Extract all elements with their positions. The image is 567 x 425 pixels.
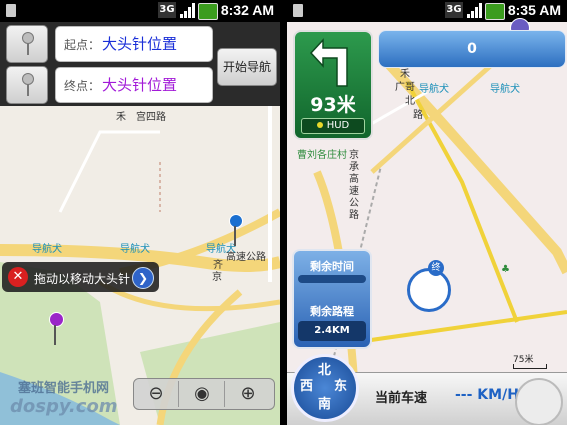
status-time: 8:35 AM [507,2,561,18]
purple-pin-stem [54,325,56,345]
sd-card-icon [293,4,303,17]
nav-map-label-4: 北 [405,96,415,107]
status-bar: 3G 8:32 AM [0,0,280,22]
network-3g-icon: 3G [445,2,463,18]
start-label: 起点： [64,38,101,52]
compass-south: 南 [318,397,332,412]
road-info-bar: 0 [378,30,566,68]
nav-map-label-6: 导航犬 [419,84,449,95]
speed-value: --- KM/H [455,387,519,403]
speedometer-icon [515,378,563,425]
compass-button[interactable]: 西 北 东 南 [291,354,359,422]
route-panel: 起点： 大头针位置 终点： 大头针位置 开始导航 [0,22,280,106]
remaining-time-label: 剩余时间 [310,260,354,273]
blue-pin-icon[interactable] [229,214,243,228]
speed-label: 当前车速 [375,391,428,406]
end-pin-button[interactable] [6,66,48,104]
turn-instruction-card[interactable]: 93米 HUD [293,30,373,140]
nav-map-label-7: 导航犬 [490,84,520,95]
compass-north: 北 [318,363,332,378]
purple-pin-icon[interactable] [49,312,64,327]
zoom-bar: ⊖ ◉ ⊕ [133,378,275,410]
status-time: 8:32 AM [220,2,274,18]
divider [280,0,287,425]
map-label-1: 导航犬 [32,244,62,255]
start-value: 大头针位置 [102,35,178,53]
pin-icon [22,73,34,96]
end-label: 终点： [64,79,101,93]
nav-map-label-5: 路 [413,110,423,121]
hud-button[interactable]: HUD [301,118,365,134]
hud-label: HUD [326,120,350,131]
nav-map-label-2: 广 [395,82,405,93]
end-value: 大头针位置 [102,76,178,94]
left-screen: 导航犬 导航犬 导航犬 高速公路 京 齐 宫四路 禾 3G 8:32 AM 起点… [0,0,280,425]
start-navigation-button[interactable]: 开始导航 [217,48,277,86]
car-position-icon [407,268,451,312]
hud-indicator-icon [316,122,323,128]
map-label-2: 导航犬 [120,244,150,255]
watermark-logo: dospy.com [10,396,118,417]
map-label-7: 宫四路 [136,112,166,123]
remaining-distance-label: 剩余路程 [310,305,354,318]
map-label-8: 禾 [116,112,126,123]
nav-map-label-9: 京承高速公路 [349,150,359,221]
map-scale: 75米 [513,352,547,369]
zoom-in-icon[interactable]: ⊕ [226,381,270,407]
network-3g-icon: 3G [158,2,176,18]
remaining-time-value-bar [298,275,366,283]
start-field[interactable]: 起点： 大头针位置 [55,26,213,62]
drag-tip-text: 拖动以移动大头针 [34,272,131,286]
right-screen: 禾 广 哥 北 路 导航犬 导航犬 曹刘各庄村 京承高速公路 ♣ 3G 8:35… [287,0,567,425]
close-icon[interactable]: ✕ [8,267,28,287]
turn-left-arrow-icon [309,38,348,87]
chevron-right-icon[interactable]: ❯ [132,267,154,289]
eye-icon[interactable]: ◉ [180,381,225,407]
compass-west: 西 [300,379,314,394]
signal-icon [180,3,196,18]
nav-map-label-8: 曹刘各庄村 [297,150,347,161]
compass-east: 东 [334,379,348,394]
blue-pin-stem [234,226,236,246]
battery-icon [198,3,218,20]
zoom-out-icon[interactable]: ⊖ [134,381,179,407]
signal-icon [467,3,483,18]
map-label-4: 高速公路 [226,252,266,263]
watermark-text: 塞班智能手机网 [18,381,110,396]
destination-badge: 终 [428,260,444,276]
battery-icon [485,3,505,20]
nav-map-label-3: 哥 [405,82,415,93]
turn-distance: 93米 [310,94,356,116]
scale-line [513,364,547,369]
end-field[interactable]: 终点： 大头针位置 [55,67,213,103]
trip-info-card[interactable]: 剩余时间 剩余路程 2.4KM [292,249,372,349]
drag-pin-tooltip: ✕ 拖动以移动大头针 ❯ [2,262,159,292]
map-label-6: 齐 [213,260,223,271]
remaining-distance-value: 2.4KM [298,321,366,341]
pin-icon [22,32,34,55]
start-pin-button[interactable] [6,25,48,63]
poi-icon: ♣ [501,264,510,275]
sd-card-icon [6,4,16,17]
